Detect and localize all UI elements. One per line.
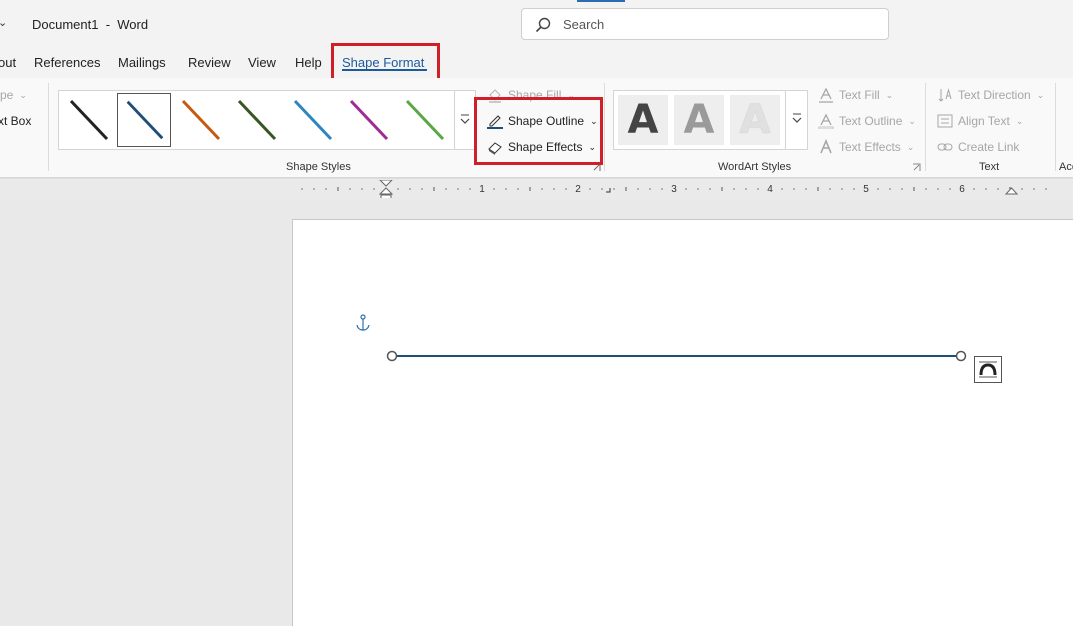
right-indent-marker[interactable] — [1004, 187, 1019, 195]
shape-style-swatch[interactable] — [341, 93, 395, 147]
group-separator — [1055, 83, 1056, 171]
shape-styles-gallery — [58, 90, 476, 150]
text-effects-icon — [820, 139, 832, 154]
line-end-handle[interactable] — [955, 350, 967, 362]
tab-stop-marker[interactable] — [606, 188, 611, 193]
text-box-button[interactable]: xt Box — [0, 114, 31, 128]
text-direction-icon — [938, 88, 952, 102]
anchor-icon[interactable] — [355, 314, 371, 332]
gallery-more-icon — [460, 114, 470, 124]
group-separator — [604, 83, 605, 171]
align-text-button[interactable]: Align Text ⌄ — [937, 113, 1023, 129]
hanging-indent-marker[interactable] — [378, 187, 394, 195]
shape-style-swatch[interactable] — [173, 93, 227, 147]
text-effects-button[interactable]: Text Effects ⌄ — [818, 139, 914, 155]
text-outline-icon — [818, 113, 834, 129]
left-indent-marker[interactable] — [380, 194, 392, 198]
layout-options-icon[interactable] — [974, 356, 1002, 383]
group-separator — [925, 83, 926, 171]
text-direction-button[interactable]: Text Direction ⌄ — [937, 87, 1044, 103]
ruler-number: 5 — [863, 184, 869, 195]
shape-style-swatch-selected[interactable] — [117, 93, 171, 147]
group-label-wordart-styles: WordArt Styles — [718, 161, 792, 173]
shape-style-swatch[interactable] — [61, 93, 115, 147]
wordart-style-swatch[interactable]: A — [730, 95, 780, 145]
group-label-text: Text — [979, 161, 1000, 173]
horizontal-ruler[interactable]: 1 2 3 4 5 6 — [290, 180, 1073, 198]
wordart-style-swatch[interactable]: A — [618, 95, 668, 145]
align-text-icon — [937, 114, 953, 128]
tab-review[interactable]: Review — [188, 55, 231, 70]
text-fill-button[interactable]: Text Fill ⌄ — [818, 87, 893, 103]
wordart-more-button[interactable] — [785, 90, 808, 150]
wordart-style-swatch[interactable]: A — [674, 95, 724, 145]
shape-style-swatch[interactable] — [229, 93, 283, 147]
dialog-launcher-icon[interactable] — [912, 163, 921, 172]
highlight-box-outline-effects — [474, 97, 603, 165]
tab-help[interactable]: Help — [295, 55, 322, 70]
text-outline-button[interactable]: Text Outline ⌄ — [818, 113, 916, 129]
ruler-number: 2 — [575, 184, 581, 195]
ribbon-tabs: out References Mailings Review View Help… — [0, 50, 1073, 78]
create-link-button[interactable]: Create Link — [937, 139, 1019, 155]
title-accent-strip — [577, 0, 625, 2]
quick-access-customize-icon[interactable]: ⌄ — [0, 16, 7, 29]
search-input[interactable]: Search — [521, 8, 889, 40]
first-line-indent-marker[interactable] — [379, 180, 393, 187]
group-label-shape-styles: Shape Styles — [286, 161, 351, 173]
document-title: Document1 - Word — [32, 17, 149, 32]
edit-shape-partial[interactable]: pe ⌄ — [0, 88, 27, 102]
group-separator — [48, 83, 49, 171]
text-fill-icon — [819, 87, 833, 103]
shape-style-swatch[interactable] — [285, 93, 339, 147]
gallery-more-icon — [792, 113, 802, 123]
shape-styles-more-button[interactable] — [454, 90, 476, 150]
link-icon — [937, 143, 953, 151]
tab-layout-partial[interactable]: out — [0, 55, 16, 70]
ruler-number: 4 — [767, 184, 773, 195]
tab-references[interactable]: References — [34, 55, 100, 70]
line-start-handle[interactable] — [386, 350, 398, 362]
title-bar: ⌄ Document1 - Word Search — [0, 0, 1073, 50]
document-page[interactable] — [292, 219, 1073, 626]
tab-mailings[interactable]: Mailings — [118, 55, 166, 70]
selected-line-shape[interactable] — [385, 348, 970, 364]
search-icon — [535, 17, 551, 33]
ruler-number: 1 — [479, 184, 485, 195]
ruler-number: 3 — [671, 184, 677, 195]
wordart-styles-gallery: A A A — [613, 90, 808, 150]
group-label-accessibility-partial: Acc — [1059, 161, 1073, 173]
tab-view[interactable]: View — [248, 55, 276, 70]
ruler-number: 6 — [959, 184, 965, 195]
shape-style-swatch[interactable] — [397, 93, 451, 147]
search-placeholder: Search — [563, 17, 605, 32]
